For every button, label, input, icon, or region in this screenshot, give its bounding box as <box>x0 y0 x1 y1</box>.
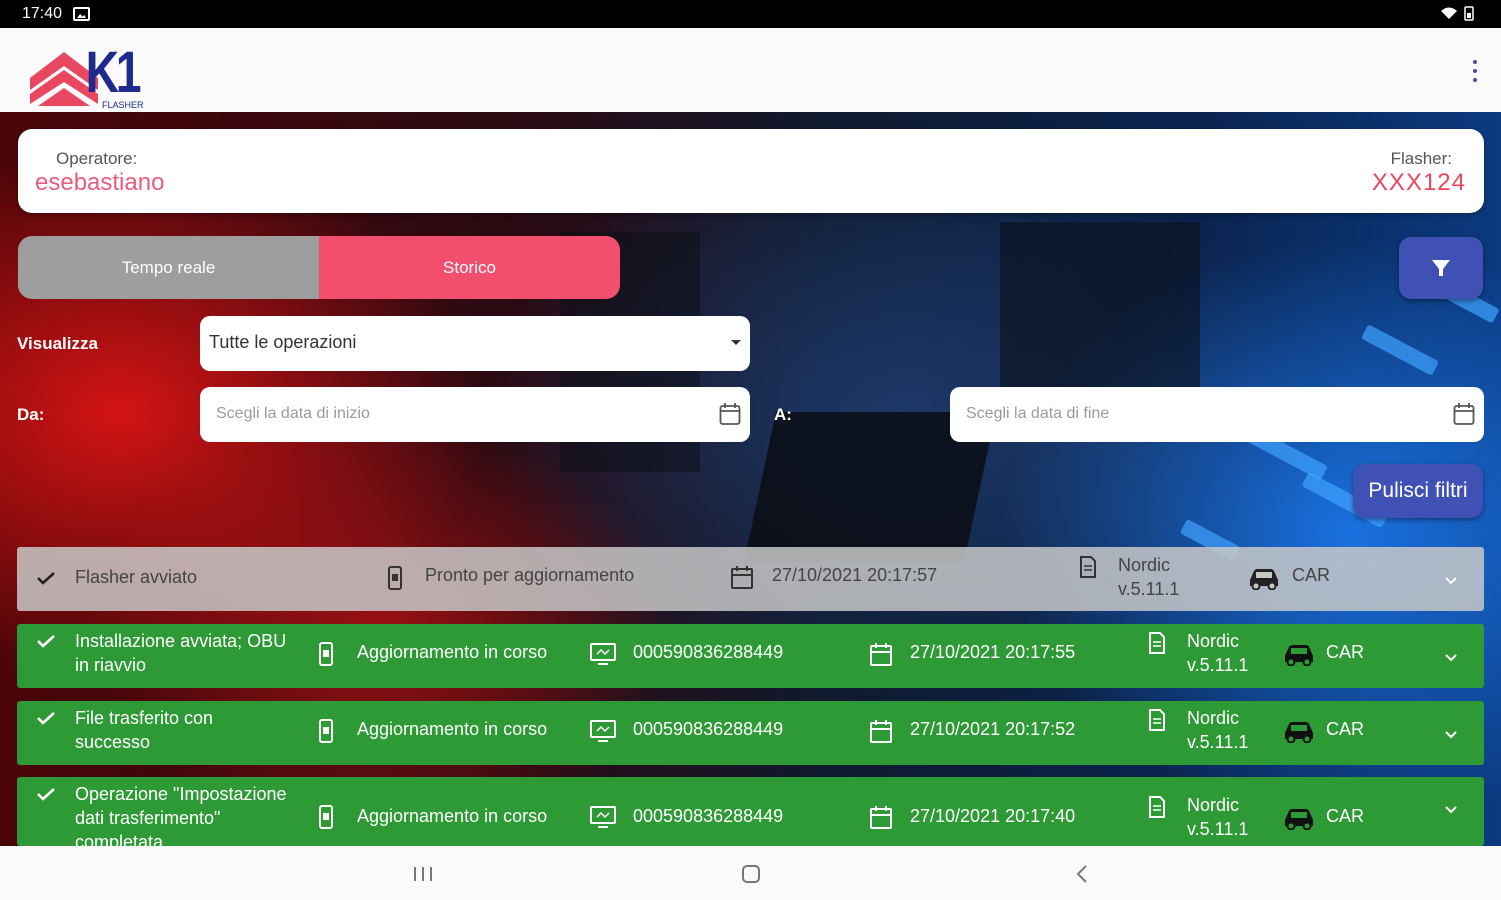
car-icon <box>1285 722 1313 743</box>
check-icon <box>37 788 55 801</box>
row-vehicle: CAR <box>1326 806 1365 826</box>
calendar-icon[interactable] <box>719 402 741 426</box>
calendar-icon <box>870 643 892 666</box>
chevron-down-icon[interactable] <box>1444 730 1458 739</box>
phone-icon <box>319 805 333 829</box>
status-time: 17:40 <box>22 5 63 22</box>
view-select-value: Tutte le operazioni <box>209 332 357 352</box>
calendar-icon <box>870 806 892 829</box>
device-icon <box>590 643 616 665</box>
row-state: Pronto per aggiornamento <box>425 565 635 585</box>
car-icon <box>1285 809 1313 830</box>
row-vehicle: CAR <box>1326 719 1365 739</box>
operator-card: Operatore: esebastiano Flasher: XXX124 <box>18 129 1484 213</box>
calendar-icon[interactable] <box>1453 402 1475 426</box>
view-label: Visualizza <box>17 334 98 353</box>
tab-realtime[interactable]: Tempo reale <box>18 236 319 299</box>
chevron-down-icon[interactable] <box>1444 653 1458 662</box>
row-status-line2: in riavvio <box>75 655 147 675</box>
tab-history[interactable]: Storico <box>319 236 620 299</box>
row-state: Aggiornamento in corso <box>357 642 548 662</box>
row-device-id: 000590836288449 <box>633 806 784 826</box>
check-icon <box>37 712 55 725</box>
flasher-label: Flasher: <box>1390 149 1452 168</box>
row-status-line3: completata <box>75 832 164 846</box>
row-fw-version: v.5.11.1 <box>1187 732 1249 752</box>
k1-flasher-logo: K1 FLASHER <box>30 40 144 110</box>
row-status-line1: Installazione avviata; OBU <box>75 631 287 651</box>
check-icon <box>37 635 55 648</box>
filter-icon <box>1432 260 1450 276</box>
row-state: Aggiornamento in corso <box>357 806 548 826</box>
table-row[interactable]: Operazione "Impostazione dati trasferime… <box>17 777 1484 846</box>
row-state: Aggiornamento in corso <box>357 719 548 739</box>
recent-apps-icon[interactable] <box>414 867 432 881</box>
home-icon[interactable] <box>742 865 760 883</box>
app-bar: K1 FLASHER <box>0 28 1501 112</box>
row-status-line1: Operazione "Impostazione <box>75 784 287 804</box>
clear-filters-button[interactable]: Pulisci filtri <box>1353 464 1483 518</box>
view-select[interactable]: Tutte le operazioni <box>200 316 750 371</box>
chevron-down-icon[interactable] <box>1444 576 1458 585</box>
flasher-value: XXX124 <box>1371 169 1466 196</box>
status-bar: 17:40 <box>0 0 1501 28</box>
device-icon <box>590 806 616 828</box>
row-fw-version: v.5.11.1 <box>1187 655 1249 675</box>
row-datetime: 27/10/2021 20:17:55 <box>910 642 1076 662</box>
row-fw-version: v.5.11.1 <box>1187 819 1249 839</box>
phone-icon <box>388 566 402 590</box>
row-status-line2: dati trasferimento" <box>75 808 221 828</box>
row-datetime: 27/10/2021 20:17:52 <box>910 719 1076 739</box>
check-icon <box>37 572 55 585</box>
row-datetime: 27/10/2021 20:17:57 <box>772 565 938 585</box>
row-fw-name: Nordic <box>1187 795 1240 815</box>
wifi-icon <box>1441 6 1474 21</box>
calendar-icon <box>870 720 892 743</box>
row-vehicle: CAR <box>1326 642 1365 662</box>
svg-text:K1: K1 <box>86 40 142 105</box>
image-notification-icon <box>73 7 90 21</box>
overflow-menu-icon[interactable] <box>1471 60 1479 82</box>
row-status-line2: successo <box>75 732 151 752</box>
row-datetime: 27/10/2021 20:17:40 <box>910 806 1076 826</box>
row-fw-name: Nordic <box>1187 631 1240 651</box>
to-date-placeholder: Scegli la data di fine <box>966 405 1110 422</box>
dropdown-caret-icon <box>731 340 741 345</box>
device-icon <box>590 720 616 742</box>
svg-text:FLASHER: FLASHER <box>102 100 144 110</box>
phone-icon <box>319 719 333 743</box>
table-row[interactable]: File trasferito con successo Aggiornamen… <box>17 701 1484 765</box>
file-icon <box>1149 796 1165 818</box>
file-icon <box>1080 556 1096 578</box>
to-label: A: <box>774 405 792 424</box>
phone-icon <box>319 642 333 666</box>
car-icon <box>1250 569 1278 590</box>
table-row[interactable]: Installazione avviata; OBU in riavvio Ag… <box>17 624 1484 688</box>
row-status: Flasher avviato <box>75 567 198 587</box>
car-icon <box>1285 645 1313 666</box>
row-device-id: 000590836288449 <box>633 719 784 739</box>
to-date-field[interactable]: Scegli la data di fine <box>950 387 1484 442</box>
operator-value: esebastiano <box>35 169 165 196</box>
row-device-id: 000590836288449 <box>633 642 784 662</box>
filter-button[interactable] <box>1399 237 1483 299</box>
operator-label: Operatore: <box>56 149 138 168</box>
row-fw-name: Nordic <box>1187 708 1240 728</box>
row-fw-version: v.5.11.1 <box>1118 579 1180 599</box>
row-fw-name: Nordic <box>1118 555 1171 575</box>
mode-tabs: Tempo reale Storico <box>18 236 620 299</box>
from-date-placeholder: Scegli la data di inizio <box>216 405 370 422</box>
status-icons <box>1439 5 1479 24</box>
table-row[interactable]: Flasher avviato Pronto per aggiornamento… <box>17 547 1484 611</box>
calendar-icon <box>731 566 753 589</box>
back-icon[interactable] <box>1074 864 1090 884</box>
file-icon <box>1149 632 1165 654</box>
chevron-down-icon[interactable] <box>1444 805 1458 814</box>
navigation-bar <box>0 846 1501 900</box>
row-vehicle: CAR <box>1292 565 1331 585</box>
row-status-line1: File trasferito con <box>75 708 214 728</box>
from-label: Da: <box>17 405 45 424</box>
file-icon <box>1149 709 1165 731</box>
from-date-field[interactable]: Scegli la data di inizio <box>200 387 750 442</box>
